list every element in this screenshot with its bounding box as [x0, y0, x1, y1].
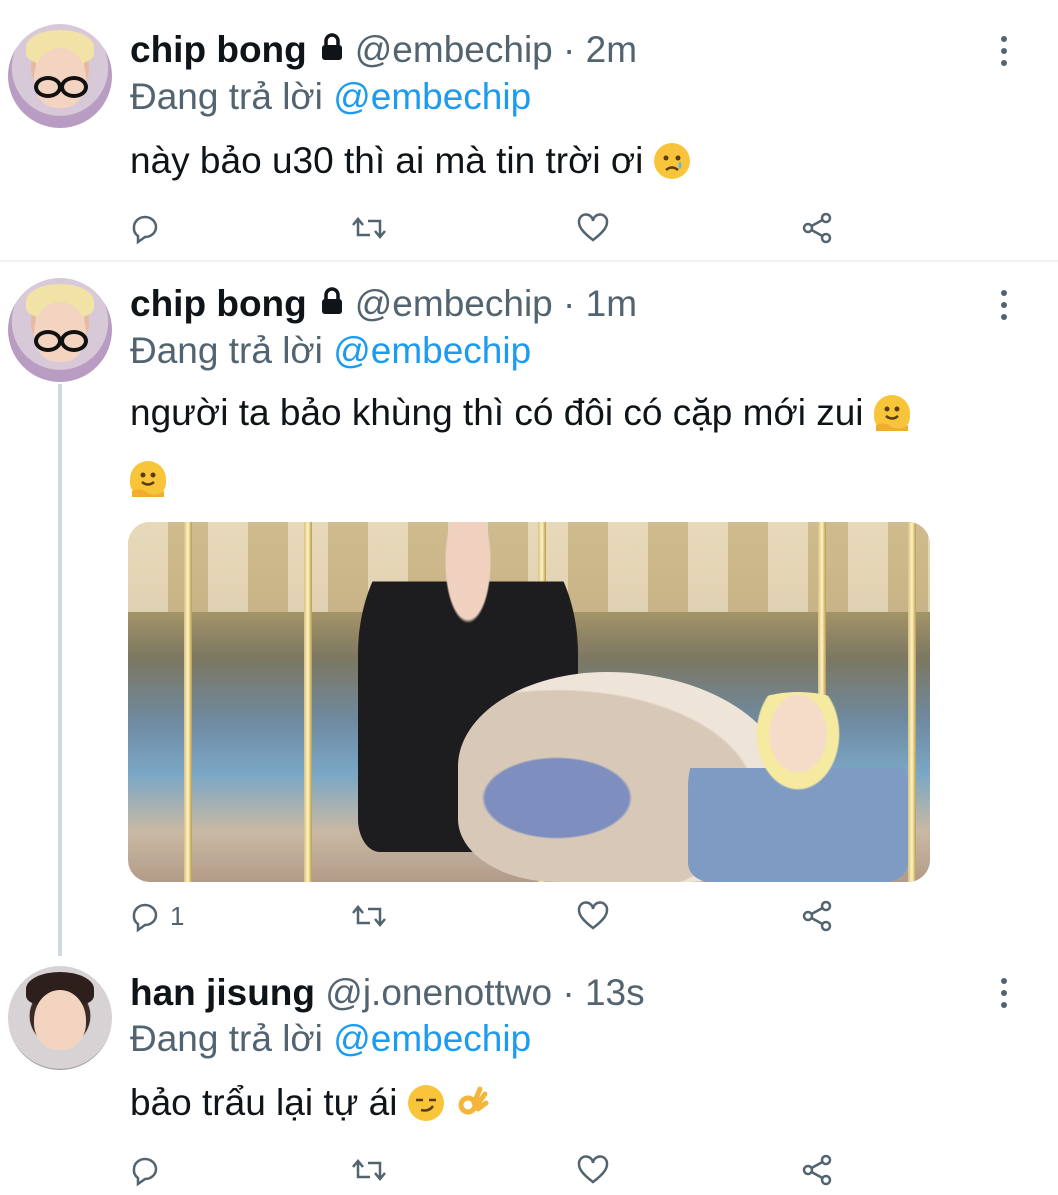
reply-context: Đang trả lời @embechip [130, 76, 531, 118]
heart-icon [577, 213, 609, 242]
lock-icon [319, 28, 345, 70]
tweet-header: chip bong @embechip · 1m [130, 282, 637, 330]
tweet-header: chip bong @embechip · 2m [130, 28, 637, 76]
timestamp[interactable]: 13s [585, 972, 645, 1013]
retweet-button[interactable] [350, 896, 388, 936]
reply-prefix: Đang trả lời [130, 1018, 323, 1059]
handle[interactable]: @embechip [355, 29, 553, 70]
heart-icon [577, 901, 609, 930]
reply-context: Đang trả lời @embechip [130, 1018, 531, 1060]
melting-face-emoji [873, 395, 910, 431]
more-vertical-icon[interactable] [994, 36, 1014, 66]
reply-icon [132, 1157, 158, 1187]
more-vertical-icon[interactable] [994, 978, 1014, 1008]
share-button[interactable] [800, 208, 834, 248]
action-bar [128, 208, 848, 248]
handle[interactable]: @j.onenottwo [325, 972, 552, 1013]
more-vertical-icon[interactable] [994, 290, 1014, 320]
separator: · [562, 972, 575, 1013]
action-bar [128, 1150, 848, 1190]
display-name[interactable]: chip bong [130, 29, 307, 70]
tweet-text-body: bảo trẩu lại tự ái [130, 1082, 398, 1123]
timestamp[interactable]: 2m [586, 29, 637, 70]
reply-count: 1 [170, 900, 185, 931]
reply-prefix: Đang trả lời [130, 76, 323, 117]
reply-mention[interactable]: @embechip [333, 1018, 531, 1059]
display-name[interactable]: han jisung [130, 972, 315, 1013]
reply-button[interactable]: 1 [128, 896, 184, 936]
heart-icon [577, 1155, 609, 1184]
tweet-header: han jisung @j.onenottwo · 13s [130, 972, 645, 1014]
reply-button[interactable] [128, 1150, 170, 1190]
smirking-face-emoji [407, 1085, 444, 1121]
lock-icon [319, 282, 345, 324]
crying-face-emoji [653, 143, 690, 179]
retweet-button[interactable] [350, 1150, 388, 1190]
reply-button[interactable] [128, 208, 170, 248]
timestamp[interactable]: 1m [586, 283, 637, 324]
retweet-icon [352, 905, 386, 927]
like-button[interactable] [576, 896, 610, 936]
reply-icon [132, 215, 158, 245]
share-button[interactable] [800, 896, 834, 936]
retweet-icon [352, 1159, 386, 1181]
retweet-icon [352, 217, 386, 239]
avatar[interactable] [8, 24, 112, 128]
share-button[interactable] [800, 1150, 834, 1190]
ok-hand-emoji [454, 1085, 490, 1121]
separator: · [563, 28, 576, 70]
reply-context: Đang trả lời @embechip [130, 330, 531, 372]
reply-mention[interactable]: @embechip [333, 330, 531, 371]
retweet-button[interactable] [350, 208, 388, 248]
melting-face-emoji [130, 461, 166, 497]
tweet-text: này bảo u30 thì ai mà tin trời ơi [130, 128, 1010, 194]
reply-prefix: Đang trả lời [130, 330, 323, 371]
share-icon [802, 1154, 832, 1186]
tweet-3[interactable]: han jisung @j.onenottwo · 13s Đang trả l… [0, 952, 1058, 1195]
tweet-1[interactable]: chip bong @embechip · 2m Đang trả lời @em… [0, 0, 1058, 260]
display-name[interactable]: chip bong [130, 283, 307, 324]
tweet-text: bảo trẩu lại tự ái [130, 1070, 1010, 1136]
avatar[interactable] [8, 278, 112, 382]
tweet-text-body: này bảo u30 thì ai mà tin trời ơi [130, 140, 644, 181]
tweet-media-photo[interactable] [128, 522, 930, 882]
reply-icon [132, 903, 158, 933]
tweet-text: người ta bảo khùng thì có đôi có cặp mới… [130, 380, 1010, 512]
reply-mention[interactable]: @embechip [333, 76, 531, 117]
tweet-text-body: người ta bảo khùng thì có đôi có cặp mới… [130, 392, 864, 433]
share-icon [802, 212, 832, 244]
handle[interactable]: @embechip [355, 283, 553, 324]
share-icon [802, 900, 832, 932]
thread-line [58, 384, 62, 956]
avatar[interactable] [8, 966, 112, 1070]
like-button[interactable] [576, 1150, 610, 1190]
separator: · [563, 282, 576, 324]
like-button[interactable] [576, 208, 610, 248]
action-bar: 1 [128, 896, 848, 936]
